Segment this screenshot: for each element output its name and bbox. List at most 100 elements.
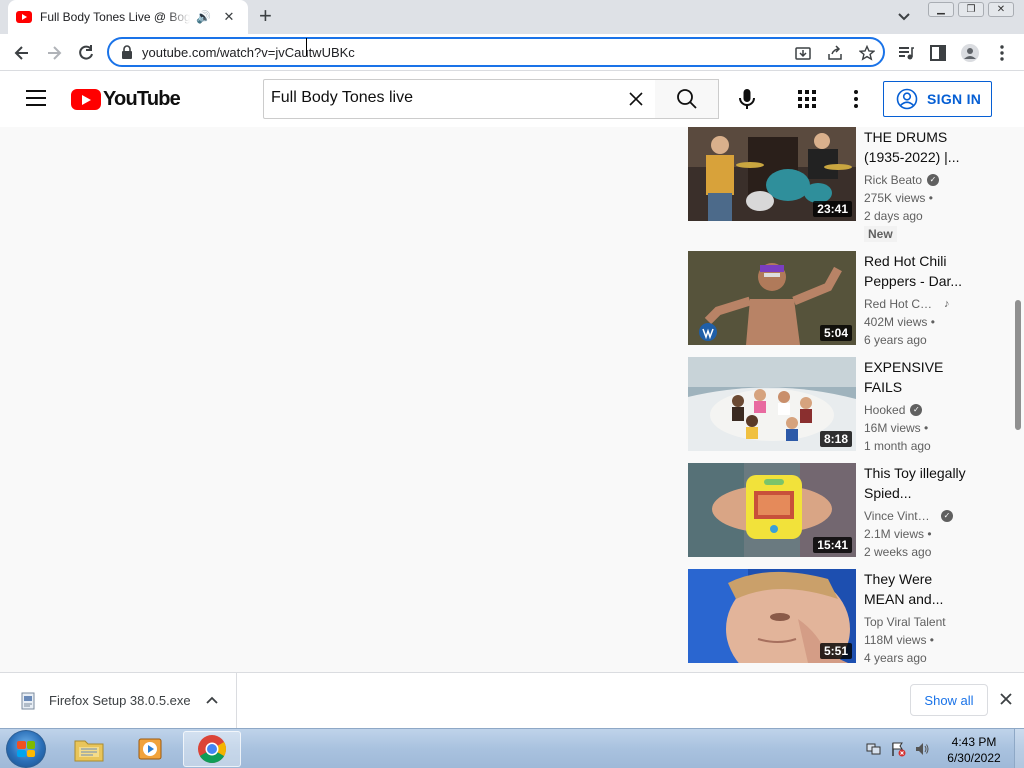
download-item[interactable]: Firefox Setup 38.0.5.exe: [0, 673, 237, 728]
video-title[interactable]: They Were MEAN and...: [864, 569, 976, 609]
recommended-video[interactable]: 8:18 EXPENSIVE FAILS Hooked ✓ 16M views …: [688, 357, 988, 453]
upload-age: 4 years ago: [864, 651, 927, 665]
chrome-logo-icon: [198, 735, 226, 763]
show-desktop-button[interactable]: [1014, 729, 1024, 768]
recommended-video[interactable]: 5:04 Red Hot Chili Peppers - Dar... Red …: [688, 251, 988, 349]
forward-arrow-icon[interactable]: [44, 43, 64, 63]
view-count: 2.1M views •: [864, 527, 932, 541]
clock-date: 6/30/2022: [947, 751, 1001, 765]
side-panel-icon[interactable]: [928, 43, 948, 63]
view-count: 275K views •: [864, 191, 933, 205]
recommended-video[interactable]: 23:41 THE DRUMS (1935-2022) |... Rick Be…: [688, 127, 988, 242]
video-title[interactable]: EXPENSIVE FAILS: [864, 357, 976, 397]
action-center-flag-icon[interactable]: [890, 741, 906, 757]
lock-icon[interactable]: [121, 45, 133, 59]
reload-icon[interactable]: [76, 43, 96, 63]
install-app-icon[interactable]: [795, 45, 811, 61]
channel-row: Vince Vintage ✓: [864, 507, 976, 525]
video-title[interactable]: This Toy illegally Spied...: [864, 463, 976, 503]
download-file-name[interactable]: Firefox Setup 38.0.5.exe: [49, 693, 191, 708]
channel-row: Red Hot Chi... ♪: [864, 295, 976, 313]
view-count: 16M views •: [864, 421, 929, 435]
chevron-up-icon[interactable]: [205, 694, 219, 706]
video-thumbnail[interactable]: 15:41: [688, 463, 856, 557]
hamburger-menu-icon[interactable]: [26, 90, 46, 106]
channel-name[interactable]: Red Hot Chi...: [864, 295, 936, 313]
video-thumbnail[interactable]: 5:04: [688, 251, 856, 345]
youtube-logo-text: YouTube: [103, 88, 181, 110]
folder-icon: [74, 740, 104, 762]
settings-more-icon[interactable]: [846, 88, 866, 110]
share-icon[interactable]: [827, 45, 843, 61]
view-count: 402M views •: [864, 315, 935, 329]
video-meta: This Toy illegally Spied... Vince Vintag…: [864, 463, 976, 561]
clear-search-icon[interactable]: [627, 90, 645, 108]
recommended-video[interactable]: 15:41 This Toy illegally Spied... Vince …: [688, 463, 988, 561]
system-tray: [866, 741, 930, 757]
minimize-button[interactable]: ▁: [928, 2, 954, 17]
speaker-audio-icon[interactable]: 🔊: [196, 10, 211, 24]
taskbar-clock[interactable]: 4:43 PM 6/30/2022: [944, 734, 1004, 766]
browser-tab-active[interactable]: Full Body Tones Live @ Bogart's 🔊 ✕: [8, 0, 248, 34]
view-count: 118M views •: [864, 633, 935, 647]
account-circle-icon: [896, 88, 918, 110]
media-player-icon: [138, 738, 162, 760]
youtube-logo[interactable]: YouTube: [71, 88, 181, 111]
video-title[interactable]: Red Hot Chili Peppers - Dar...: [864, 251, 976, 291]
page-scrollbar[interactable]: [1012, 127, 1024, 672]
address-bar[interactable]: youtube.com/watch?v=jvCautwUBKc: [107, 37, 885, 67]
channel-name[interactable]: Hooked: [864, 401, 905, 419]
channel-row: Hooked ✓: [864, 401, 976, 419]
download-shelf: Firefox Setup 38.0.5.exe Show all: [0, 672, 1024, 728]
video-thumbnail[interactable]: 5:51: [688, 569, 856, 663]
youtube-apps-grid-icon[interactable]: [797, 89, 817, 109]
taskbar-file-explorer[interactable]: [60, 731, 118, 767]
recommendations-panel: 23:41 THE DRUMS (1935-2022) |... Rick Be…: [0, 127, 1024, 672]
microphone-icon[interactable]: [735, 87, 759, 111]
tab-strip: Full Body Tones Live @ Bogart's 🔊 ✕ + ▁ …: [0, 0, 1024, 34]
channel-name[interactable]: Rick Beato: [864, 171, 922, 189]
video-duration: 15:41: [813, 537, 852, 553]
network-icon[interactable]: [866, 741, 882, 757]
volume-speaker-icon[interactable]: [914, 741, 930, 757]
channel-name[interactable]: Vince Vintage: [864, 507, 936, 525]
verified-check-icon: ✓: [910, 404, 923, 416]
recommended-video[interactable]: 5:51 They Were MEAN and... Top Viral Tal…: [688, 569, 988, 665]
search-box[interactable]: [263, 79, 656, 119]
video-duration: 23:41: [813, 201, 852, 217]
url-text[interactable]: youtube.com/watch?v=jvCautwUBKc: [142, 45, 355, 60]
video-thumbnail[interactable]: 8:18: [688, 357, 856, 451]
profile-avatar-icon[interactable]: [960, 43, 980, 63]
upload-age: 2 days ago: [864, 209, 923, 223]
sign-in-button[interactable]: SIGN IN: [883, 81, 992, 117]
video-duration: 8:18: [819, 431, 852, 447]
video-meta: THE DRUMS (1935-2022) |... Rick Beato ✓ …: [864, 127, 976, 243]
upload-age: 6 years ago: [864, 333, 927, 347]
sign-in-label: SIGN IN: [927, 91, 982, 107]
taskbar-media-player[interactable]: [121, 731, 179, 767]
close-download-bar-icon[interactable]: [999, 692, 1013, 706]
chrome-menu-icon[interactable]: [992, 43, 1012, 63]
video-title[interactable]: THE DRUMS (1935-2022) |...: [864, 127, 976, 167]
close-window-button[interactable]: ✕: [988, 2, 1014, 17]
windows-logo-icon: [17, 741, 35, 757]
search-button[interactable]: [655, 79, 719, 119]
media-control-icon[interactable]: [896, 43, 916, 63]
taskbar-chrome[interactable]: [183, 731, 241, 767]
video-thumbnail[interactable]: 23:41: [688, 127, 856, 221]
verified-check-icon: ✓: [941, 510, 953, 522]
start-button[interactable]: [6, 730, 46, 768]
new-tab-button[interactable]: +: [259, 5, 272, 27]
restore-button[interactable]: ❐: [958, 2, 984, 17]
bookmark-star-icon[interactable]: [859, 45, 875, 61]
channel-name[interactable]: Top Viral Talent: [864, 613, 946, 631]
upload-age: 1 month ago: [864, 439, 931, 453]
show-all-downloads-button[interactable]: Show all: [910, 684, 988, 716]
tab-close-icon[interactable]: ✕: [221, 9, 237, 25]
search-input[interactable]: [271, 89, 611, 107]
video-meta: Red Hot Chili Peppers - Dar... Red Hot C…: [864, 251, 976, 349]
tab-search-chevron-icon[interactable]: [896, 8, 912, 24]
windows-taskbar: 4:43 PM 6/30/2022: [0, 728, 1024, 768]
back-arrow-icon[interactable]: [12, 43, 32, 63]
scrollbar-thumb[interactable]: [1015, 300, 1021, 430]
